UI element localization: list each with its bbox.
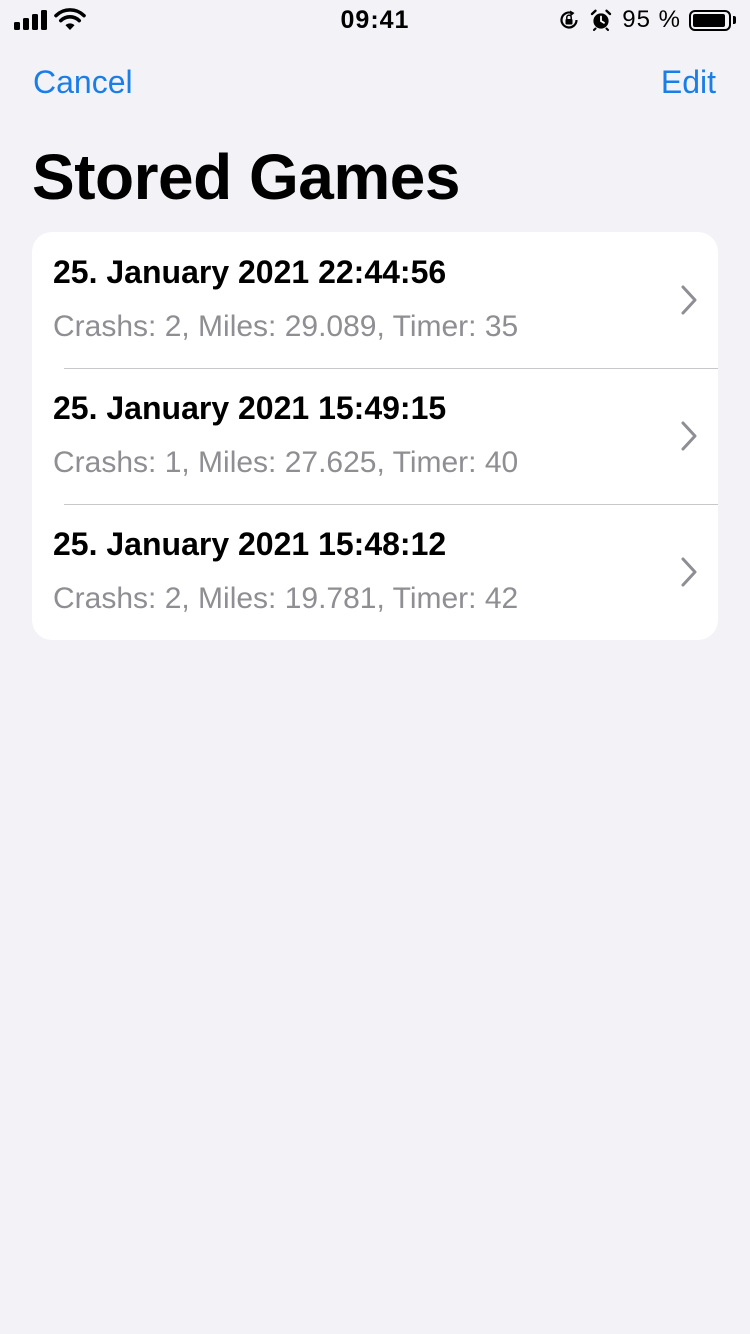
game-date: 25. January 2021 15:48:12: [53, 526, 447, 562]
list-item[interactable]: 25. January 2021 15:49:15 Crashs: 1, Mil…: [32, 368, 718, 504]
rotation-lock-icon: [560, 10, 578, 29]
stored-games-list: 25. January 2021 22:44:56 Crashs: 2, Mil…: [32, 232, 718, 640]
game-summary: Crashs: 1, Miles: 27.625, Timer: 40: [53, 446, 519, 479]
battery-cap: [733, 16, 736, 24]
chevron-right-icon: [681, 421, 697, 451]
stored-games-screen: 09:41 95 % Cancel Edit Stored Games 25. …: [0, 0, 750, 1334]
page-title: Stored Games: [32, 141, 460, 213]
edit-button[interactable]: Edit: [661, 64, 716, 101]
list-item[interactable]: 25. January 2021 15:48:12 Crashs: 2, Mil…: [32, 504, 718, 640]
game-summary: Crashs: 2, Miles: 29.089, Timer: 35: [53, 310, 519, 343]
game-summary: Crashs: 2, Miles: 19.781, Timer: 42: [53, 582, 519, 615]
game-date: 25. January 2021 22:44:56: [53, 254, 447, 290]
battery-icon: [689, 9, 731, 31]
battery-percent: 95 %: [622, 6, 681, 33]
chevron-right-icon: [681, 285, 697, 315]
list-item[interactable]: 25. January 2021 22:44:56 Crashs: 2, Mil…: [32, 232, 718, 368]
game-date: 25. January 2021 15:49:15: [53, 390, 447, 426]
battery-level-fill: [693, 13, 726, 27]
status-right-group: 95 %: [558, 6, 736, 34]
chevron-right-icon: [681, 557, 697, 587]
status-bar: 09:41 95 %: [0, 0, 750, 40]
alarm-icon: [591, 9, 612, 31]
cancel-button[interactable]: Cancel: [33, 64, 133, 101]
